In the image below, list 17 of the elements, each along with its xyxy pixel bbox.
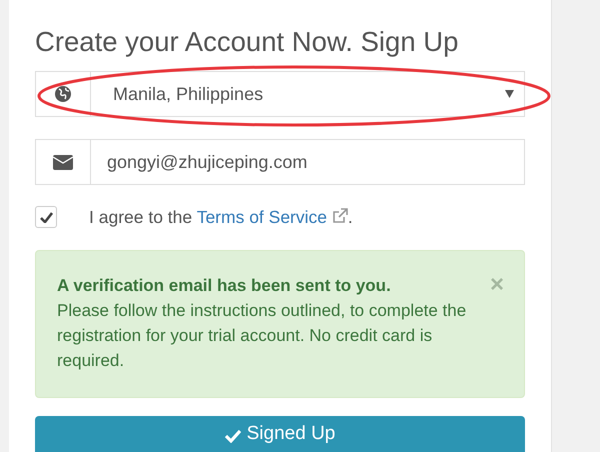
globe-icon xyxy=(55,86,71,102)
form-title: Create your Account Now. Sign Up xyxy=(35,25,460,59)
signed-up-button[interactable]: Signed Up xyxy=(35,416,525,452)
alert-heading: A verification email has been sent to you. xyxy=(57,275,392,297)
caret-icon xyxy=(505,90,514,98)
email-value: gongyi@zhujiceping.com xyxy=(106,152,308,172)
checkmark-icon xyxy=(40,212,52,222)
terms-link[interactable]: Terms of Service xyxy=(196,206,327,226)
alert-message: Please follow the instructions outlined, to complete the registration for your trial account. No credit card is required. xyxy=(57,300,468,372)
agree-checkbox[interactable] xyxy=(35,206,57,228)
agree-text: I agree to the Terms of Service . xyxy=(89,206,353,228)
external-link-icon xyxy=(332,208,348,224)
check-icon xyxy=(224,429,241,443)
location-value: Manila, Philippines xyxy=(112,84,264,104)
envelope-icon xyxy=(53,154,73,170)
location-select[interactable]: Manila, Philippines xyxy=(35,71,525,117)
email-field[interactable]: gongyi@zhujiceping.com xyxy=(35,139,525,185)
